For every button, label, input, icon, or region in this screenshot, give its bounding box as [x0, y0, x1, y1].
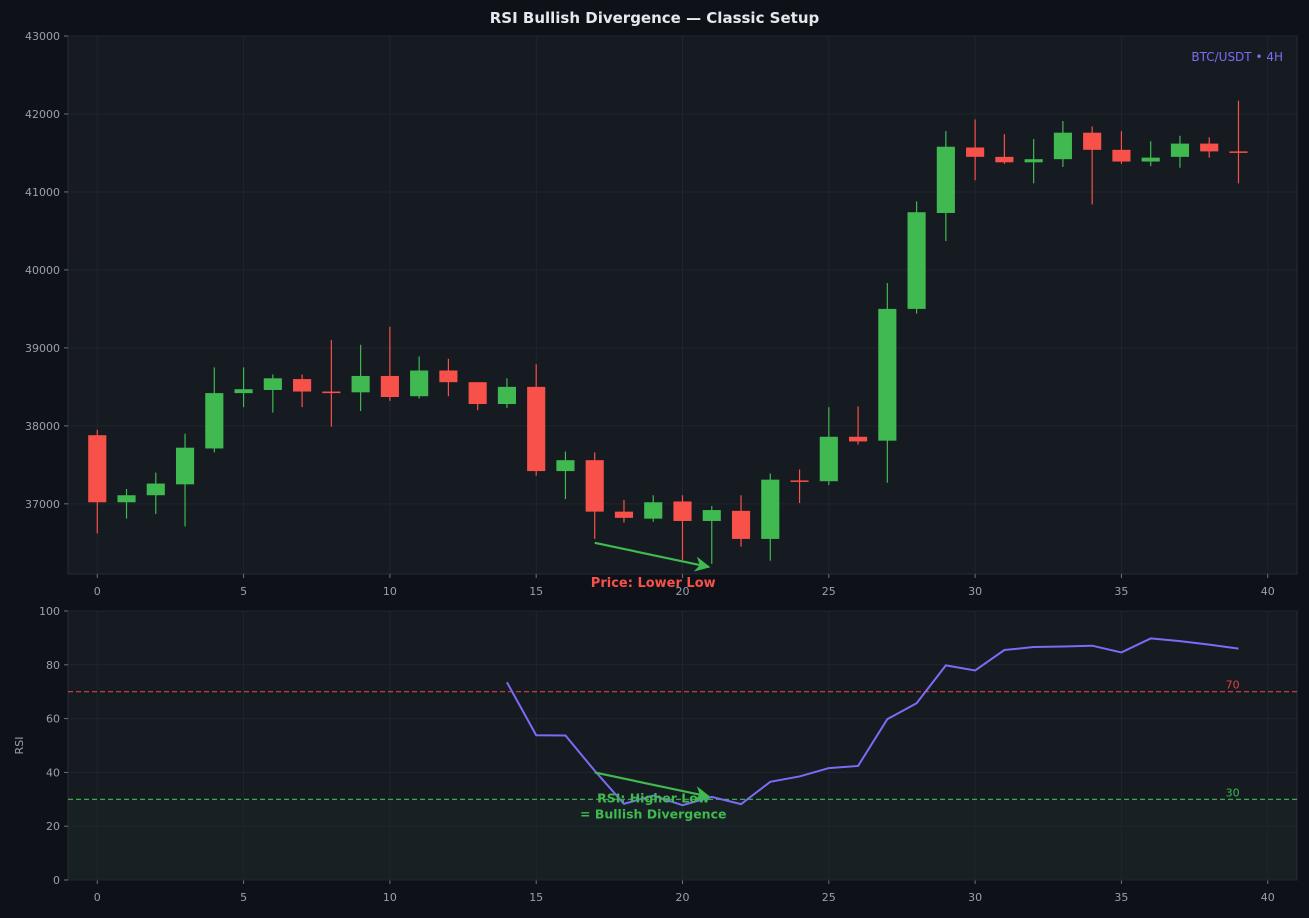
rsi-x-tick-label: 5 — [240, 891, 247, 904]
rsi-level-label-70: 70 — [1226, 679, 1240, 692]
price-y-tick-label: 39000 — [25, 342, 60, 355]
candle-body-bear — [380, 375, 399, 398]
price-y-tick-label: 38000 — [25, 420, 60, 433]
candle-body-bull — [497, 386, 516, 405]
candle-body-bear — [1229, 151, 1248, 153]
candle-body-bull — [1053, 132, 1072, 160]
rsi-y-tick-label: 80 — [46, 659, 60, 672]
rsi-level-label-30: 30 — [1226, 786, 1240, 799]
rsi-x-tick-label: 0 — [94, 891, 101, 904]
rsi-y-tick-label: 60 — [46, 713, 60, 726]
candle-body-bull — [1024, 159, 1043, 163]
candle-body-bear — [731, 510, 751, 539]
price-y-tick-label: 41000 — [25, 186, 60, 199]
candle-body-bull — [351, 375, 370, 393]
price-x-tick-label: 35 — [1114, 585, 1128, 598]
rsi-x-tick-label: 15 — [529, 891, 543, 904]
rsi-y-tick-label: 0 — [53, 874, 60, 887]
price-x-tick-label: 30 — [968, 585, 982, 598]
rsi-annotation-label: RSI: Higher Low — [597, 790, 710, 805]
rsi-x-tick-label: 25 — [822, 891, 836, 904]
rsi-x-tick-label: 40 — [1261, 891, 1275, 904]
rsi-annotation-label: = Bullish Divergence — [580, 806, 726, 821]
candle-body-bull — [761, 479, 780, 539]
candle-body-bear — [673, 501, 692, 521]
rsi-x-tick-label: 20 — [676, 891, 690, 904]
candle-body-bear — [790, 480, 809, 482]
candle-body-bear — [585, 460, 604, 512]
candle-body-bear — [527, 386, 546, 472]
candle-body-bear — [1200, 143, 1219, 152]
rsi-y-tick-label: 20 — [46, 820, 60, 833]
price-y-tick-label: 43000 — [25, 30, 60, 43]
candle-body-bull — [936, 146, 955, 213]
candle-body-bear — [1112, 149, 1131, 162]
candle-body-bear — [88, 435, 107, 503]
candle-body-bear — [439, 370, 458, 383]
price-x-tick-label: 40 — [1261, 585, 1275, 598]
candle-body-bear — [1083, 132, 1102, 150]
rsi-y-axis-label: RSI — [13, 737, 26, 755]
price-annotation-label: Price: Lower Low — [591, 576, 716, 591]
candle-body-bear — [322, 391, 341, 394]
candle-body-bear — [995, 156, 1014, 163]
candle-body-bull — [644, 502, 663, 519]
candle-body-bull — [702, 510, 721, 521]
price-x-tick-label: 15 — [529, 585, 543, 598]
candle-body-bull — [410, 370, 429, 397]
price-y-tick-label: 37000 — [25, 498, 60, 511]
price-y-tick-label: 42000 — [25, 108, 60, 121]
candle-body-bear — [849, 436, 868, 442]
candle-body-bull — [819, 436, 838, 482]
symbol-label: BTC/USDT • 4H — [1191, 50, 1283, 64]
candle-body-bull — [1170, 143, 1190, 157]
rsi-y-tick-label: 40 — [46, 766, 60, 779]
candle-body-bear — [966, 147, 985, 157]
chart-root: RSI Bullish Divergence — Classic Setup 0… — [0, 0, 1309, 918]
chart-canvas: 0 5 10 15 20 25 30 35 40 37000 38000 39000 40000 4100… — [13, 30, 1298, 904]
candle-body-bull — [1141, 157, 1160, 162]
candle-body-bear — [614, 511, 634, 518]
candle-body-bull — [205, 393, 224, 449]
candle-body-bull — [146, 483, 165, 496]
candle-body-bear — [293, 379, 312, 392]
candle-body-bull — [234, 389, 253, 394]
price-x-tick-label: 5 — [240, 585, 247, 598]
candle-body-bull — [556, 460, 575, 472]
rsi-x-tick-label: 10 — [383, 891, 397, 904]
candle-body-bull — [263, 378, 282, 390]
rsi-x-tick-label: 30 — [968, 891, 982, 904]
candle-body-bull — [907, 212, 926, 309]
candle-body-bull — [175, 447, 195, 485]
price-x-tick-label: 25 — [822, 585, 836, 598]
price-panel: 0 5 10 15 20 25 30 35 40370003800039000400004100… — [25, 30, 1298, 598]
rsi-panel: 0 5 10 15 20 25 30 35 40 0 20 40 60 80 100 RSI 70 30 RSI: … — [13, 605, 1298, 904]
candle-body-bear — [468, 382, 487, 405]
rsi-x-tick-label: 35 — [1114, 891, 1128, 904]
candle-body-bull — [117, 495, 136, 503]
rsi-y-tick-label: 100 — [39, 605, 60, 618]
candle-body-bull — [878, 308, 897, 441]
price-x-tick-label: 10 — [383, 585, 397, 598]
price-y-tick-label: 40000 — [25, 264, 60, 277]
price-x-tick-label: 0 — [94, 585, 101, 598]
